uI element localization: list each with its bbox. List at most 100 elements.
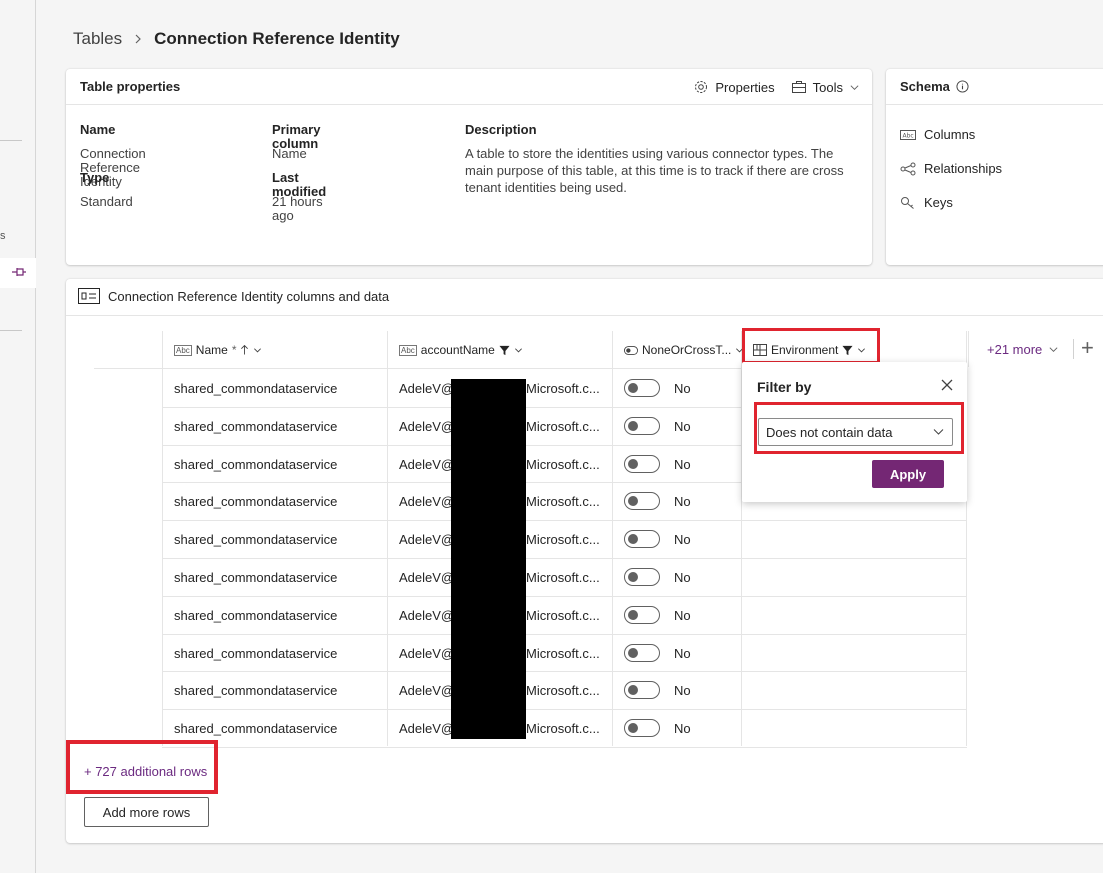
column-header-noneorcross[interactable]: NoneOrCrossT... (624, 331, 744, 369)
schema-header: Schema (886, 69, 1103, 105)
cell-accountname-end[interactable]: Microsoft.c... (526, 671, 600, 709)
filter-condition-select[interactable]: Does not contain data (758, 418, 953, 446)
table-form-icon (78, 288, 100, 304)
cell-accountname-end[interactable]: Microsoft.c... (526, 445, 600, 483)
toggle-switch[interactable] (624, 719, 660, 737)
cell-accountname-end[interactable]: Microsoft.c... (526, 558, 600, 596)
cell-name[interactable]: shared_commondataservice (174, 369, 337, 407)
toggle-label: No (674, 682, 691, 698)
schema-keys-label: Keys (924, 195, 953, 210)
filter-popup: Filter by Does not contain data Apply (742, 362, 967, 502)
add-more-rows-button[interactable]: Add more rows (84, 797, 209, 827)
toggle-switch[interactable] (624, 417, 660, 435)
cell-accountname-start[interactable]: AdeleV@ (399, 596, 454, 634)
name-label: Name (80, 122, 116, 137)
schema-columns-label: Columns (924, 127, 976, 142)
toggle-switch[interactable] (624, 455, 660, 473)
cell-noneorcross[interactable]: No (624, 558, 691, 596)
filter-icon (499, 345, 510, 355)
chevron-down-icon (850, 84, 859, 90)
cell-name[interactable]: shared_commondataservice (174, 671, 337, 709)
cell-accountname-end[interactable]: Microsoft.c... (526, 482, 600, 520)
properties-button-label: Properties (715, 79, 775, 95)
cell-accountname-end[interactable]: Microsoft.c... (526, 596, 600, 634)
cell-noneorcross[interactable]: No (624, 520, 691, 558)
cell-accountname-start[interactable]: AdeleV@ (399, 369, 454, 407)
chevron-down-icon (254, 347, 262, 352)
cell-noneorcross[interactable]: No (624, 482, 691, 520)
cell-name[interactable]: shared_commondataservice (174, 445, 337, 483)
add-column-button[interactable]: + (1081, 337, 1094, 359)
cell-noneorcross[interactable]: No (624, 709, 691, 747)
row-divider (162, 747, 967, 748)
toggle-label: No (674, 645, 691, 661)
description-value: A table to store the identities using va… (465, 146, 844, 195)
cell-noneorcross[interactable]: No (624, 596, 691, 634)
environment-header-highlight (742, 328, 880, 364)
apply-button[interactable]: Apply (872, 460, 944, 488)
column-header-accountname[interactable]: Abc accountName (399, 331, 523, 369)
grid-column-divider (612, 331, 613, 746)
cell-accountname-end[interactable]: Microsoft.c... (526, 634, 600, 672)
cell-accountname-start[interactable]: AdeleV@ (399, 445, 454, 483)
cell-name[interactable]: shared_commondataservice (174, 520, 337, 558)
cell-name[interactable]: shared_commondataservice (174, 558, 337, 596)
schema-relationships-label: Relationships (924, 161, 1003, 176)
cell-noneorcross[interactable]: No (624, 445, 691, 483)
cell-accountname-start[interactable]: AdeleV@ (399, 558, 454, 596)
columns-icon: Abc (900, 129, 916, 140)
additional-rows-link[interactable]: + 727 additional rows (84, 764, 207, 779)
toggle-switch[interactable] (624, 379, 660, 397)
cell-accountname-start[interactable]: AdeleV@ (399, 520, 454, 558)
cell-noneorcross[interactable]: No (624, 671, 691, 709)
cell-name[interactable]: shared_commondataservice (174, 407, 337, 445)
nav-item-pinned[interactable] (0, 258, 36, 288)
columns-and-data-card: Connection Reference Identity columns an… (66, 279, 1103, 843)
breadcrumb-tables-link[interactable]: Tables (73, 29, 122, 49)
description-label: Description (465, 122, 537, 137)
last-modified-label: Last modified (272, 170, 327, 199)
info-icon[interactable] (956, 80, 969, 93)
close-icon[interactable] (941, 379, 953, 391)
schema-keys-link[interactable]: Keys (900, 195, 953, 210)
toggle-switch[interactable] (624, 568, 660, 586)
cell-noneorcross[interactable]: No (624, 369, 691, 407)
cell-noneorcross[interactable]: No (624, 407, 691, 445)
toggle-switch[interactable] (624, 492, 660, 510)
cell-accountname-end[interactable]: Microsoft.c... (526, 407, 600, 445)
grid-left-header-line (94, 368, 164, 369)
cell-accountname-end[interactable]: Microsoft.c... (526, 520, 600, 558)
cell-accountname-end[interactable]: Microsoft.c... (526, 709, 600, 747)
toggle-switch[interactable] (624, 644, 660, 662)
chevron-down-icon (514, 347, 522, 352)
filter-condition-value: Does not contain data (766, 424, 893, 440)
cell-accountname-start[interactable]: AdeleV@ (399, 407, 454, 445)
type-value: Standard (80, 194, 133, 209)
nav-item-fragment[interactable]: s (0, 230, 6, 242)
more-columns-button[interactable]: +21 more (968, 331, 1078, 367)
cell-name[interactable]: shared_commondataservice (174, 634, 337, 672)
cell-accountname-end[interactable]: Microsoft.c... (526, 369, 600, 407)
column-header-noneorcross-label: NoneOrCrossT... (642, 343, 732, 357)
cell-noneorcross[interactable]: No (624, 634, 691, 672)
column-header-name[interactable]: Abc Name * (174, 331, 262, 369)
cell-accountname-start[interactable]: AdeleV@ (399, 634, 454, 672)
cell-accountname-start[interactable]: AdeleV@ (399, 482, 454, 520)
cell-name[interactable]: shared_commondataservice (174, 596, 337, 634)
pin-icon (12, 268, 26, 276)
chevron-down-icon (933, 429, 944, 435)
table-properties-title: Table properties (80, 79, 181, 94)
schema-columns-link[interactable]: Abc Columns (900, 127, 975, 142)
toggle-switch[interactable] (624, 606, 660, 624)
cell-name[interactable]: shared_commondataservice (174, 482, 337, 520)
cell-accountname-start[interactable]: AdeleV@ (399, 709, 454, 747)
toggle-label: No (674, 607, 691, 623)
required-marker: * (231, 343, 237, 357)
toggle-switch[interactable] (624, 530, 660, 548)
toolbar-divider (1073, 339, 1075, 359)
cell-accountname-start[interactable]: AdeleV@ (399, 671, 454, 709)
schema-relationships-link[interactable]: Relationships (900, 161, 1002, 176)
properties-button[interactable]: Properties (693, 79, 775, 95)
tools-button[interactable]: Tools (791, 79, 860, 95)
toggle-switch[interactable] (624, 681, 660, 699)
